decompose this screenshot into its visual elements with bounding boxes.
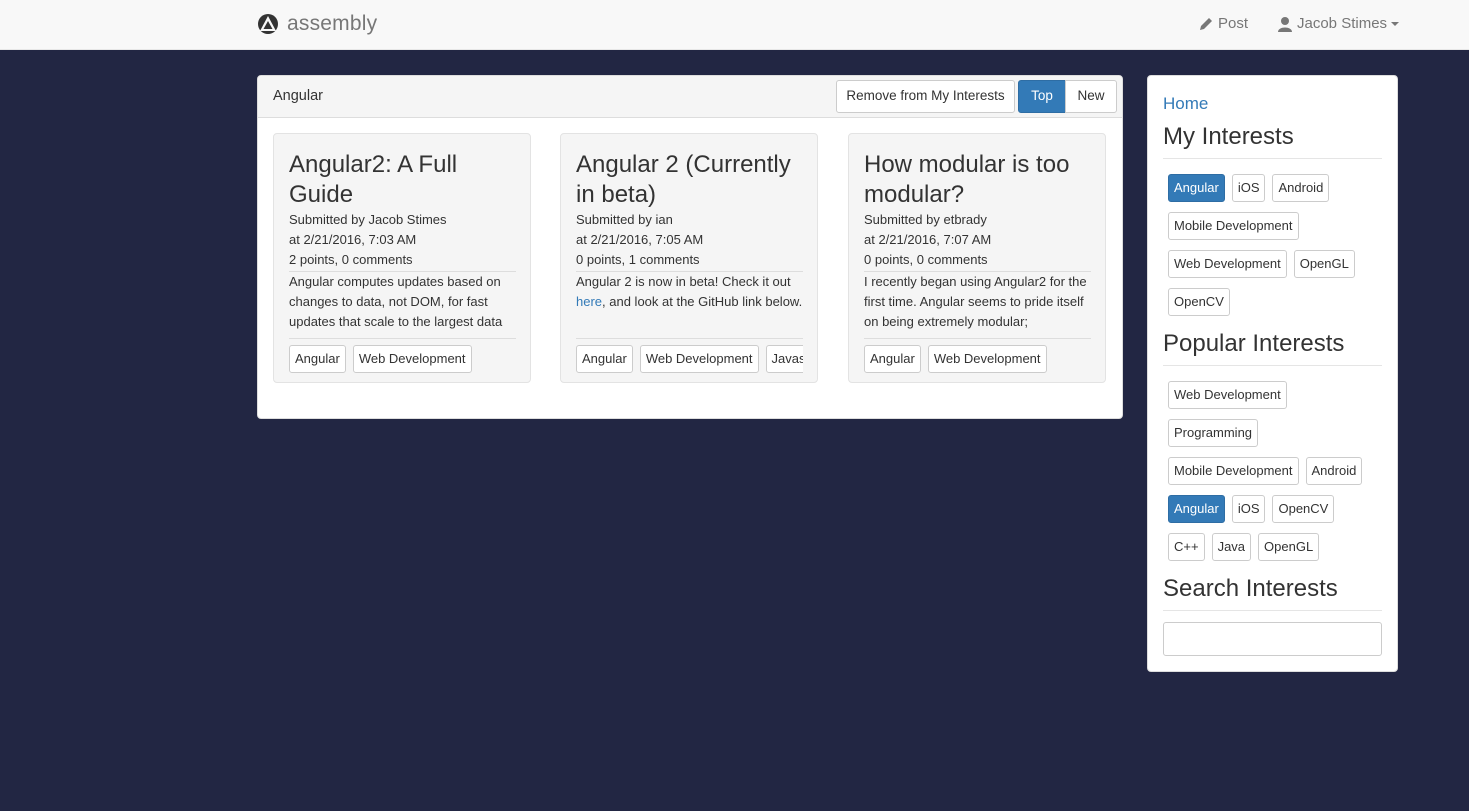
- popular-tag-programming[interactable]: Programming: [1168, 419, 1259, 447]
- brand-name: assembly: [287, 12, 378, 35]
- interest-tag-mobile-development[interactable]: Mobile Development: [1168, 212, 1299, 240]
- post-card[interactable]: How modular is too modular? Submitted by…: [848, 133, 1106, 383]
- user-menu-dropdown[interactable]: Jacob Stimes: [1277, 15, 1400, 32]
- interest-tag-android[interactable]: Android: [1272, 174, 1330, 202]
- post-tag[interactable]: Web Development: [927, 345, 1047, 373]
- post-tag[interactable]: Angular: [864, 345, 921, 373]
- popular-tag-cpp[interactable]: C++: [1168, 533, 1205, 561]
- post-excerpt: Angular 2 is now in beta! Check it out h…: [576, 274, 803, 309]
- sort-new-button[interactable]: New: [1065, 80, 1117, 113]
- post-excerpt: I recently began using Angular2 for the …: [864, 274, 1087, 329]
- post-card[interactable]: Angular 2 (Currently in beta) Submitted …: [560, 133, 818, 383]
- popular-tag-android[interactable]: Android: [1305, 457, 1363, 485]
- post-tags: Angular Web Development: [289, 338, 516, 373]
- popular-interests-heading: Popular Interests: [1163, 330, 1345, 357]
- here-link[interactable]: here: [576, 294, 602, 309]
- post-timestamp: at 2/21/2016, 7:07 AM: [864, 232, 992, 247]
- post-stats: 2 points, 0 comments: [289, 252, 413, 267]
- popular-tag-angular[interactable]: Angular: [1168, 495, 1225, 523]
- interest-tag-opengl[interactable]: OpenGL: [1293, 250, 1355, 278]
- post-stats: 0 points, 1 comments: [576, 252, 700, 267]
- post-tag[interactable]: Javascript: [765, 345, 803, 373]
- post-title[interactable]: Angular 2 (Currently in beta): [576, 150, 803, 210]
- post-timestamp: at 2/21/2016, 7:05 AM: [576, 232, 704, 247]
- popular-tag-opengl[interactable]: OpenGL: [1258, 533, 1320, 561]
- post-tag[interactable]: Angular: [576, 345, 633, 373]
- popular-tag-opencv[interactable]: OpenCV: [1272, 495, 1335, 523]
- popular-tag-ios[interactable]: iOS: [1231, 495, 1266, 523]
- my-interests-list: Angular iOS Android Mobile Development Web…: [1168, 174, 1383, 326]
- post-title[interactable]: How modular is too modular?: [864, 150, 1091, 210]
- interest-posts-panel: Angular Remove from My Interests Top New…: [257, 75, 1123, 419]
- nav-post-link[interactable]: Post: [1198, 15, 1248, 32]
- post-tags: AngularWeb DevelopmentJavascript: [576, 338, 803, 373]
- search-interests-input[interactable]: [1163, 622, 1382, 656]
- popular-tag-java[interactable]: Java: [1211, 533, 1252, 561]
- post-card[interactable]: Angular2: A Full Guide Submitted by Jaco…: [273, 133, 531, 383]
- my-interests-heading: My Interests: [1163, 123, 1294, 150]
- user-icon: [1278, 16, 1292, 32]
- panel-heading: Angular Remove from My Interests Top New: [258, 76, 1122, 118]
- post-tag[interactable]: Angular: [289, 345, 346, 373]
- interest-tag-opencv[interactable]: OpenCV: [1168, 288, 1230, 316]
- nav-post-label: Post: [1218, 15, 1249, 32]
- panel-title: Angular: [273, 88, 323, 104]
- popular-tag-web-development[interactable]: Web Development: [1168, 381, 1287, 409]
- interest-tag-angular[interactable]: Angular: [1168, 174, 1225, 202]
- search-interests-heading: Search Interests: [1163, 575, 1338, 602]
- assembly-logo-icon: [258, 14, 278, 34]
- interest-tag-ios[interactable]: iOS: [1231, 174, 1266, 202]
- post-title[interactable]: Angular2: A Full Guide: [289, 150, 516, 210]
- post-stats: 0 points, 0 comments: [864, 252, 988, 267]
- interests-sidebar: Home My Interests Angular iOS Android Mobi…: [1147, 75, 1398, 672]
- pencil-icon: [1200, 17, 1212, 30]
- post-timestamp: at 2/21/2016, 7:03 AM: [289, 232, 417, 247]
- popular-tag-mobile-development[interactable]: Mobile Development: [1168, 457, 1299, 485]
- post-excerpt: Angular computes updates based on change…: [289, 274, 503, 329]
- post-author: Submitted by ian: [576, 212, 673, 227]
- user-name: Jacob Stimes: [1297, 15, 1388, 32]
- post-tag[interactable]: Web Development: [352, 345, 472, 373]
- remove-from-interests-button[interactable]: Remove from My Interests: [836, 80, 1015, 113]
- popular-interests-list: Web Development Programming Mobile Devel…: [1168, 381, 1383, 571]
- sort-top-button[interactable]: Top: [1018, 80, 1066, 113]
- post-tags: Angular Web Development: [864, 338, 1091, 373]
- home-link[interactable]: Home: [1163, 94, 1208, 114]
- top-navbar: assembly Post Jacob Stimes: [0, 0, 1469, 50]
- post-author: Submitted by etbrady: [864, 212, 987, 227]
- post-author: Submitted by Jacob Stimes: [289, 212, 447, 227]
- interest-tag-web-development[interactable]: Web Development: [1168, 250, 1287, 278]
- post-tag[interactable]: Web Development: [639, 345, 759, 373]
- chevron-down-icon: [1391, 21, 1400, 26]
- brand-link[interactable]: assembly: [257, 12, 377, 36]
